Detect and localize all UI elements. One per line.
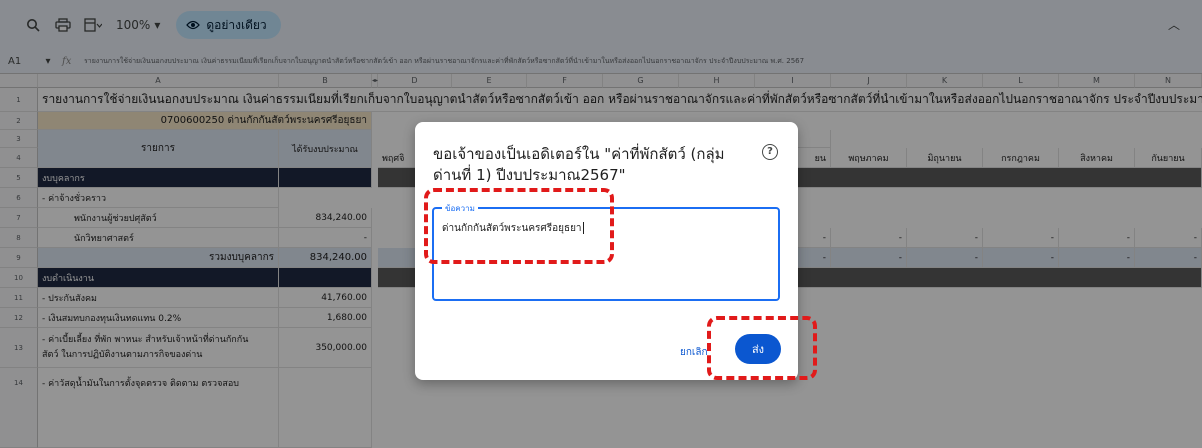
message-field[interactable]: ข้อความ ด่านกักกันสัตว์พระนครศรีอยุธยา	[432, 202, 780, 301]
corner-cell[interactable]	[0, 74, 38, 88]
row-header[interactable]: 8	[0, 228, 38, 248]
row-header[interactable]: 5	[0, 168, 38, 188]
column-header[interactable]: E	[452, 74, 527, 88]
column-header[interactable]: D	[378, 74, 452, 88]
month-header-cell[interactable]: พฤษภาคม	[831, 148, 907, 168]
row-value-cell[interactable]: 1,680.00	[279, 308, 372, 328]
dash-cell[interactable]: -	[1059, 228, 1135, 248]
dialog-title: ขอเจ้าของเป็นเอดิเตอร์ใน "ค่าที่พักสัตว์…	[433, 145, 725, 184]
row-label-line: - ค่าเบี้ยเลี้ยง ที่พัก พาหนะ สำหรับเจ้า…	[42, 334, 249, 345]
month-header-cell[interactable]: มิถุนายน	[907, 148, 983, 168]
eye-icon	[186, 20, 201, 30]
cell-reference[interactable]: A1	[0, 56, 34, 67]
dash-cell[interactable]: -	[983, 228, 1059, 248]
row-header[interactable]: 13	[0, 328, 38, 368]
row-value-cell[interactable]: 834,240.00	[279, 248, 372, 268]
row-header[interactable]: 6	[0, 188, 38, 208]
formula-bar: A1 ▾ fx รายงานการใช้จ่ายเงินนอกงบประมาณ …	[0, 50, 1202, 74]
row-label-line: สัตว์ ในการปฏิบัติงานตามภารกิจของด่าน	[42, 349, 203, 360]
zoom-select[interactable]: 100% ▾	[110, 18, 166, 32]
sheet-title-cell[interactable]: รายงานการใช้จ่ายเงินนอกงบประมาณ เงินค่าธ…	[38, 88, 1202, 112]
row-header[interactable]: 7	[0, 208, 38, 228]
column-header[interactable]: B	[279, 74, 372, 88]
row-header[interactable]: 2	[0, 112, 38, 130]
row-label-cell[interactable]: - ค่าวัสดุน้ำมันในการตั้งจุดตรวจ ติดตาม …	[38, 368, 279, 448]
dash-cell[interactable]: -	[907, 248, 983, 268]
row-value-cell[interactable]	[279, 168, 372, 188]
row-header[interactable]: 11	[0, 288, 38, 308]
dash-cell[interactable]: -	[983, 248, 1059, 268]
column-header[interactable]: J	[831, 74, 907, 88]
month-header-cell[interactable]: กันยายน	[1135, 148, 1202, 168]
message-field-text[interactable]: ด่านกักกันสัตว์พระนครศรีอยุธยา	[442, 221, 584, 236]
message-value: ด่านกักกันสัตว์พระนครศรีอยุธยา	[442, 223, 582, 234]
chevron-down-icon: ▾	[154, 18, 161, 32]
toolbar: 100% ▾ ดูอย่างเดียว ︿	[0, 0, 1202, 50]
print-icon[interactable]	[50, 12, 76, 38]
row-value-cell[interactable]: 41,760.00	[279, 288, 372, 308]
collapse-icon[interactable]: ︿	[1168, 16, 1180, 33]
row-header[interactable]: 1	[0, 88, 38, 112]
row-label-cell[interactable]: งบบุคลากร	[38, 168, 279, 188]
row-header[interactable]: 4	[0, 148, 38, 168]
text-cursor	[582, 222, 584, 234]
row-header[interactable]: 14	[0, 368, 38, 448]
month-header-cell[interactable]: กรกฎาคม	[983, 148, 1059, 168]
column-header[interactable]: N	[1135, 74, 1202, 88]
chevron-down-icon[interactable]: ▾	[34, 56, 62, 67]
dash-cell[interactable]: -	[1135, 228, 1202, 248]
dash-cell[interactable]: -	[831, 228, 907, 248]
column-header[interactable]: K	[907, 74, 983, 88]
column-header[interactable]: F	[527, 74, 603, 88]
month-header-cell[interactable]: สิงหาคม	[1059, 148, 1135, 168]
dash-cell[interactable]: -	[1135, 248, 1202, 268]
help-icon[interactable]: ?	[762, 144, 778, 160]
column-header[interactable]: H	[679, 74, 755, 88]
column-header[interactable]: A	[38, 74, 279, 88]
send-button[interactable]: ส่ง	[735, 334, 781, 364]
row-label-cell[interactable]: นักวิทยาศาสตร์	[38, 228, 279, 248]
request-edit-access-dialog: ขอเจ้าของเป็นเอดิเตอร์ใน "ค่าที่พักสัตว์…	[415, 122, 798, 380]
row-label-cell[interactable]: พนักงานผู้ช่วยปศุสัตว์	[38, 208, 279, 228]
row-label-cell[interactable]: - เงินสมทบกองทุนเงินทดแทน 0.2%	[38, 308, 279, 328]
row-label-cell[interactable]: - ค่าเบี้ยเลี้ยง ที่พัก พาหนะ สำหรับเจ้า…	[38, 328, 279, 368]
row-value-cell[interactable]: -	[279, 228, 372, 248]
unit-name-cell[interactable]: 0700600250 ด่านกักกันสัตว์พระนครศรีอยุธย…	[38, 112, 372, 130]
column-header[interactable]: I	[755, 74, 831, 88]
row-header[interactable]: 10	[0, 268, 38, 288]
column-header[interactable]: L	[983, 74, 1059, 88]
row-value-cell[interactable]	[279, 368, 372, 448]
fx-icon: fx	[62, 56, 72, 67]
hidden-column-arrow-icon[interactable]: ◂▸	[372, 74, 378, 88]
row-header[interactable]: 12	[0, 308, 38, 328]
row-label-cell[interactable]: - ค่าจ้างชั่วคราว	[38, 188, 279, 208]
row-header[interactable]: 3	[0, 130, 38, 148]
dash-cell[interactable]: -	[907, 228, 983, 248]
header-budget-cell[interactable]: ได้รับงบประมาณ	[279, 130, 372, 168]
row-label-cell[interactable]: - ประกันสังคม	[38, 288, 279, 308]
dash-cell[interactable]: -	[1059, 248, 1135, 268]
header-item-cell[interactable]: รายการ	[38, 130, 279, 168]
row-label-cell[interactable]: รวมงบบุคลากร	[38, 248, 279, 268]
search-icon[interactable]	[20, 12, 46, 38]
row-value-cell[interactable]: 350,000.00	[279, 328, 372, 368]
view-only-button[interactable]: ดูอย่างเดียว	[176, 11, 281, 39]
cancel-button[interactable]: ยกเลิก	[680, 345, 708, 360]
row-header[interactable]: 9	[0, 248, 38, 268]
row-value-cell[interactable]: 834,240.00	[279, 208, 372, 228]
column-header[interactable]: M	[1059, 74, 1135, 88]
view-only-label: ดูอย่างเดียว	[206, 17, 267, 32]
row-label-cell[interactable]: งบดำเนินงาน	[38, 268, 279, 288]
zoom-value: 100%	[116, 18, 151, 32]
row-value-cell[interactable]	[279, 268, 372, 288]
column-header[interactable]: G	[603, 74, 679, 88]
message-field-label: ข้อความ	[442, 202, 478, 215]
formula-content[interactable]: รายงานการใช้จ่ายเงินนอกงบประมาณ เงินค่าธ…	[84, 56, 804, 67]
dash-cell[interactable]: -	[831, 248, 907, 268]
format-icon[interactable]	[80, 12, 106, 38]
